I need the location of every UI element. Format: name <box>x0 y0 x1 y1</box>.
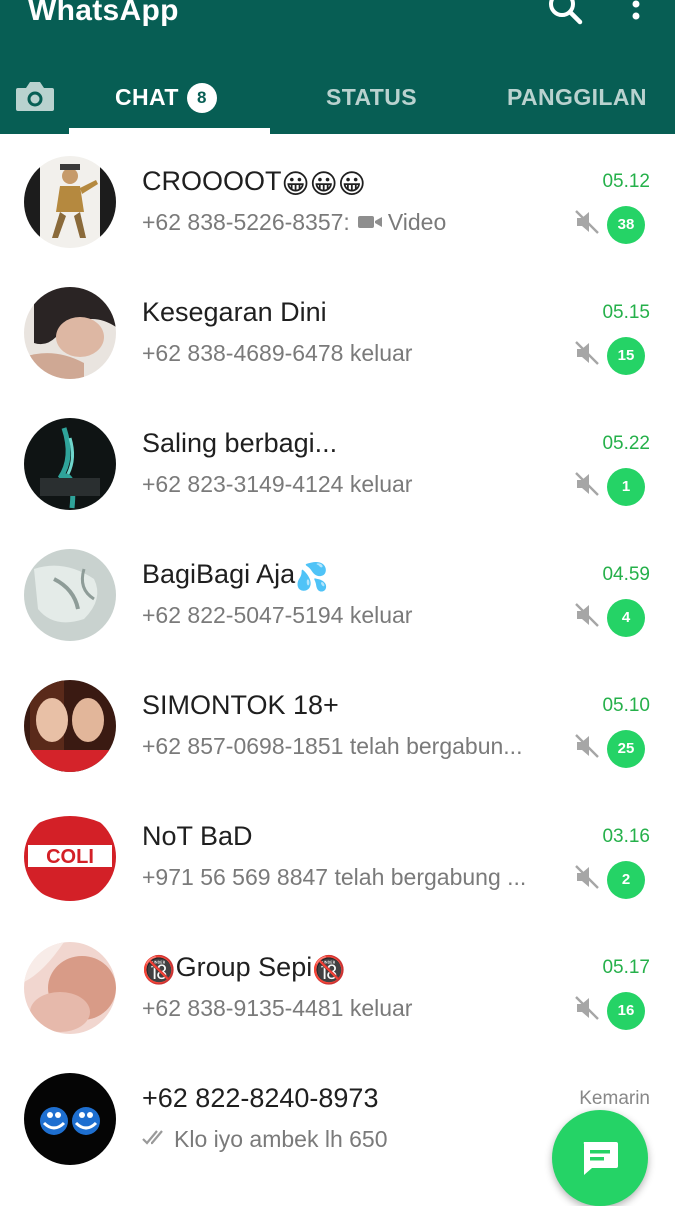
avatar[interactable] <box>24 418 116 510</box>
chat-row-kesegaran-dini[interactable]: Kesegaran Dini 05.15 +62 838-4689-6478 k… <box>0 265 675 396</box>
new-chat-icon <box>583 1142 618 1175</box>
mute-icon <box>573 208 601 236</box>
app-bar: WhatsApp CHAT 8 STATUS PANGGILAN <box>0 0 675 134</box>
chat-preview: Klo iyo ambek lh 650 <box>142 1124 562 1154</box>
app-title: WhatsApp <box>28 0 179 27</box>
mute-icon <box>573 732 601 760</box>
chat-time: Kemarin <box>579 1088 650 1109</box>
tab-chat-label: CHAT <box>115 84 179 110</box>
chat-name-emoji-prefix: 🔞 <box>142 955 176 985</box>
video-icon <box>357 207 384 237</box>
chat-time: 05.17 <box>602 957 650 978</box>
chat-preview-media: Video <box>387 209 447 235</box>
chat-preview: +62 838-9135-4481 keluar <box>142 995 413 1021</box>
chat-name: +62 822-8240-8973 <box>142 1083 379 1113</box>
chat-name: Saling berbagi... <box>142 428 338 458</box>
chat-name-emoji: 😀😀😀 <box>281 169 366 199</box>
chat-name-emoji: 💦 <box>295 562 329 592</box>
chat-row-simontok[interactable]: SIMONTOK 18+ 05.10 +62 857-0698-1851 tel… <box>0 658 675 789</box>
chat-row-group-sepi[interactable]: 🔞Group Sepi🔞 05.17 +62 838-9135-4481 kel… <box>0 920 675 1051</box>
camera-icon[interactable] <box>14 78 56 114</box>
avatar[interactable] <box>24 287 116 379</box>
chat-name: BagiBagi Aja💦 <box>142 557 572 594</box>
chat-time: 05.12 <box>602 171 650 192</box>
chat-name: 🔞Group Sepi🔞 <box>142 950 572 987</box>
chat-name: Kesegaran Dini <box>142 297 327 327</box>
double-check-icon <box>142 1124 170 1154</box>
unread-badge: 15 <box>607 337 645 375</box>
avatar[interactable] <box>24 1073 116 1165</box>
mute-icon <box>573 470 601 498</box>
mute-icon <box>573 863 601 891</box>
chat-preview: +62 838-4689-6478 keluar <box>142 340 413 366</box>
unread-badge: 38 <box>607 206 645 244</box>
unread-badge: 25 <box>607 730 645 768</box>
avatar[interactable] <box>24 549 116 641</box>
tab-chat[interactable]: CHAT 8 <box>115 80 217 114</box>
chat-name-text: BagiBagi Aja <box>142 559 296 589</box>
tab-bar: CHAT 8 STATUS PANGGILAN <box>0 60 675 134</box>
chat-preview: +971 56 569 8847 telah bergabung ... <box>142 864 527 890</box>
unread-badge: 1 <box>607 468 645 506</box>
chat-row-bagibagi-aja[interactable]: BagiBagi Aja💦 04.59 +62 822-5047-5194 ke… <box>0 527 675 658</box>
new-chat-button[interactable] <box>552 1110 648 1206</box>
mute-icon <box>573 994 601 1022</box>
chat-name: CROOOOT😀😀😀 <box>142 164 572 201</box>
chat-preview: +62 823-3149-4124 keluar <box>142 471 413 497</box>
chat-row-not-bad[interactable]: COLI NoT BaD 03.16 +971 56 569 8847 tela… <box>0 789 675 920</box>
chat-name-text: Group Sepi <box>175 952 313 982</box>
mute-icon <box>573 339 601 367</box>
search-icon[interactable] <box>546 0 586 28</box>
chat-time: 04.59 <box>602 564 650 585</box>
chat-preview-text: Klo iyo ambek lh 650 <box>174 1126 388 1152</box>
chat-time: 05.15 <box>602 302 650 323</box>
chat-name: SIMONTOK 18+ <box>142 690 339 720</box>
tab-calls[interactable]: PANGGILAN <box>507 80 647 114</box>
chat-preview: +62 822-5047-5194 keluar <box>142 602 413 628</box>
avatar[interactable] <box>24 680 116 772</box>
unread-badge: 16 <box>607 992 645 1030</box>
chat-row-crooooot[interactable]: CROOOOT😀😀😀 05.12 +62 838-5226-8357: Vide… <box>0 134 675 265</box>
chat-time: 05.10 <box>602 695 650 716</box>
chat-preview-sender: +62 838-5226-8357: <box>142 209 350 235</box>
tab-status[interactable]: STATUS <box>326 80 417 114</box>
chat-name: NoT BaD <box>142 821 253 851</box>
mute-icon <box>573 601 601 629</box>
avatar-logo-text: COLI <box>46 846 94 868</box>
more-vert-icon[interactable] <box>624 0 648 26</box>
avatar[interactable] <box>24 942 116 1034</box>
chat-row-saling-berbagi[interactable]: Saling berbagi... 05.22 +62 823-3149-412… <box>0 396 675 527</box>
avatar[interactable] <box>24 156 116 248</box>
chat-name-text: CROOOOT <box>142 166 282 196</box>
chat-preview: +62 857-0698-1851 telah bergabun... <box>142 733 523 759</box>
chat-preview: +62 838-5226-8357: Video <box>142 207 562 237</box>
unread-badge: 4 <box>607 599 645 637</box>
avatar[interactable]: COLI <box>24 811 116 903</box>
chat-name-emoji: 🔞 <box>312 955 346 985</box>
unread-badge: 2 <box>607 861 645 899</box>
chat-time: 03.16 <box>602 826 650 847</box>
chat-time: 05.22 <box>602 433 650 454</box>
tab-chat-badge: 8 <box>186 83 217 113</box>
